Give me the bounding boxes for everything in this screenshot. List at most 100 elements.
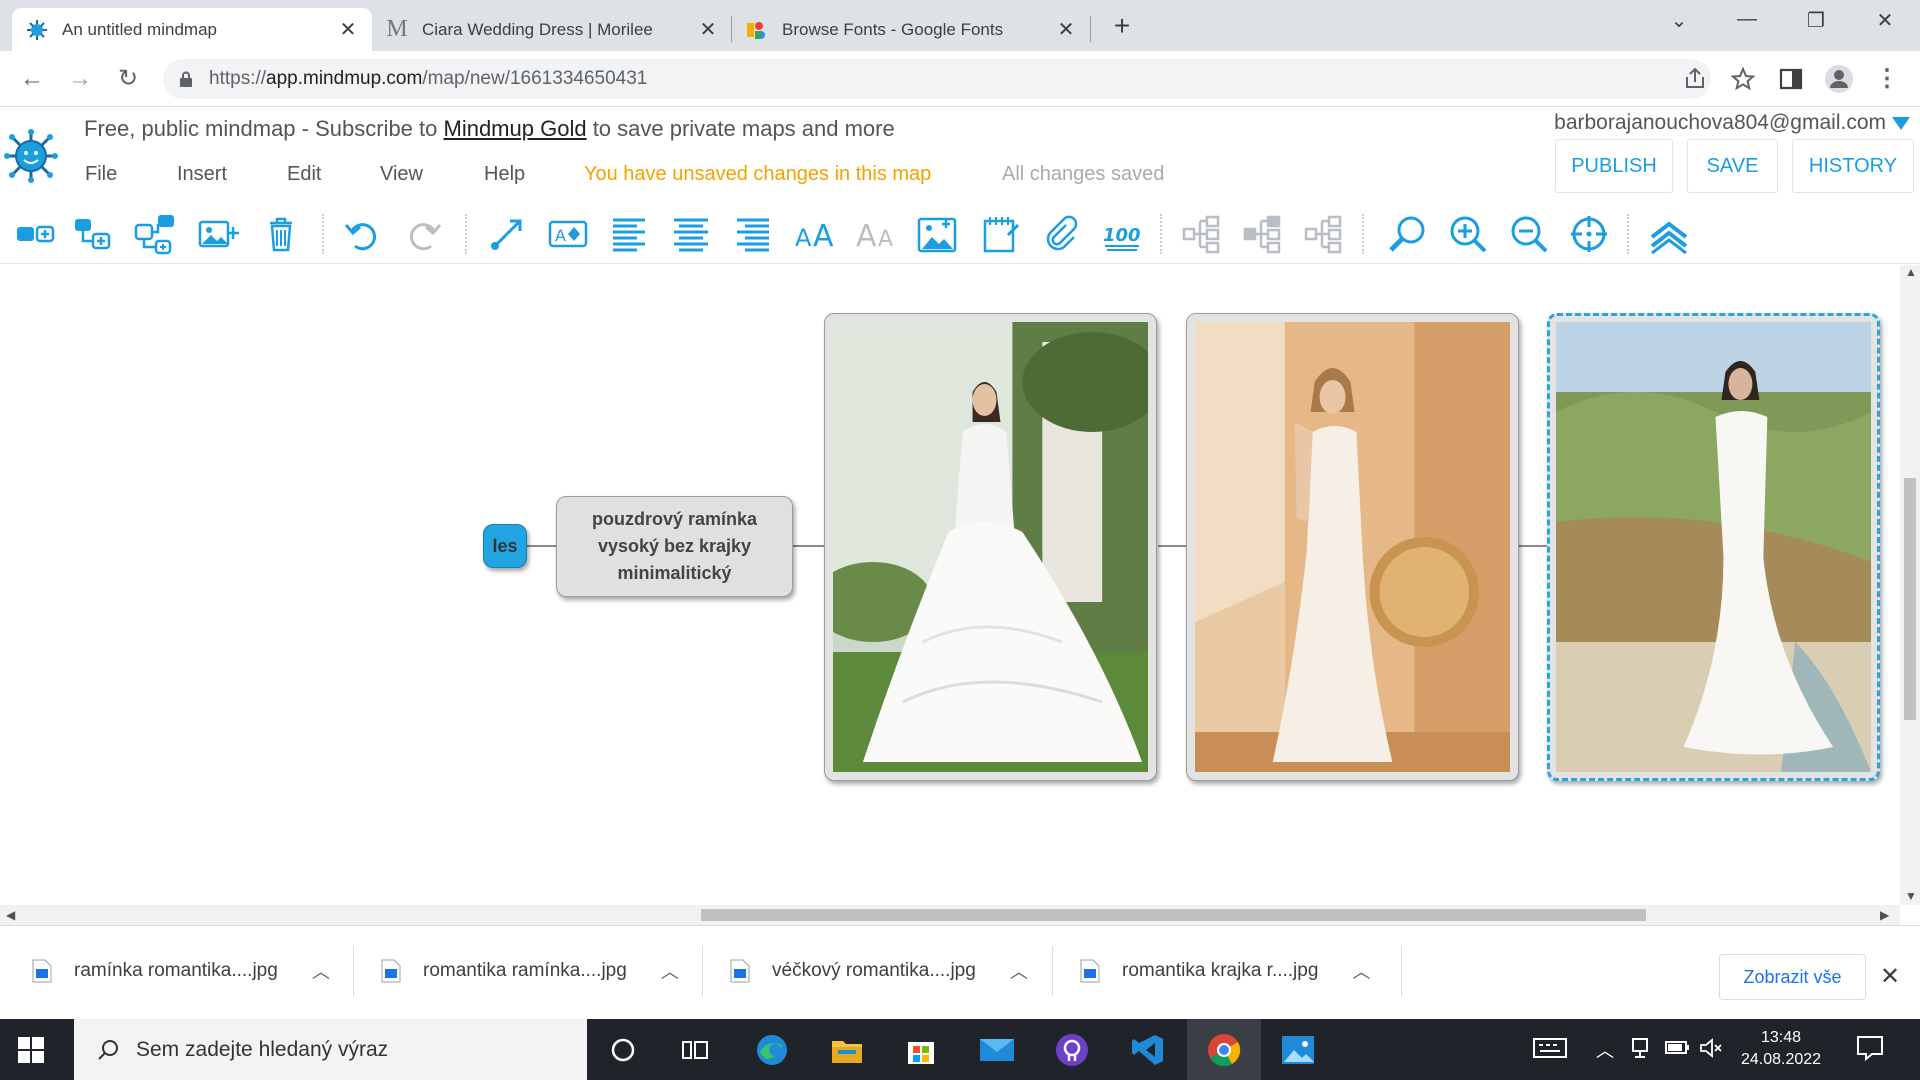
vertical-scrollbar-thumb[interactable]	[1904, 478, 1916, 720]
show-all-downloads-button[interactable]: Zobrazit vše	[1719, 954, 1866, 1000]
account-email[interactable]: barborajanouchova804@gmail.com	[1554, 111, 1886, 135]
insert-image-icon[interactable]	[195, 211, 241, 257]
history-button[interactable]: HISTORY	[1792, 139, 1914, 193]
publish-button[interactable]: PUBLISH	[1555, 139, 1673, 193]
save-button[interactable]: SAVE	[1687, 139, 1778, 193]
battery-icon[interactable]	[1665, 1037, 1691, 1062]
photos-app-icon[interactable]	[1278, 1030, 1318, 1070]
tab-google-fonts[interactable]: Browse Fonts - Google Fonts ✕	[732, 8, 1090, 51]
menu-help[interactable]: Help	[484, 163, 525, 186]
delete-trash-icon[interactable]	[258, 211, 304, 257]
background-image-icon[interactable]	[914, 211, 960, 257]
back-arrow-icon[interactable]: ←	[16, 63, 48, 95]
windows-start-icon[interactable]	[18, 1037, 44, 1063]
cortana-circle-icon[interactable]	[603, 1030, 643, 1070]
zoom-in-icon[interactable]	[1445, 211, 1491, 257]
volume-muted-icon[interactable]	[1699, 1037, 1723, 1064]
menu-file[interactable]: File	[85, 163, 117, 186]
notifications-icon[interactable]	[1856, 1035, 1884, 1066]
download-item[interactable]: ramínka romantika....jpg ︿	[32, 938, 330, 1004]
close-window-icon[interactable]: ✕	[1865, 8, 1905, 33]
browser-menu-icon[interactable]: ⋮	[1871, 63, 1903, 95]
chrome-icon[interactable]	[1204, 1030, 1244, 1070]
menu-insert[interactable]: Insert	[177, 163, 227, 186]
network-icon[interactable]	[1630, 1037, 1650, 1064]
vertical-scrollbar[interactable]: ▲ ▼	[1900, 265, 1920, 905]
toggle-branches-icon[interactable]	[1301, 211, 1347, 257]
scroll-left-arrow-icon[interactable]: ◀	[6, 908, 15, 922]
share-icon[interactable]	[1681, 65, 1709, 93]
download-item[interactable]: véčkový romantika....jpg ︿	[730, 938, 1028, 1004]
collapse-toolbar-chevron-icon[interactable]	[1646, 211, 1692, 257]
mindmap-canvas[interactable]: les pouzdrový ramínka vysoký bez krajky …	[0, 265, 1900, 905]
touch-keyboard-icon[interactable]	[1532, 1035, 1568, 1066]
mail-icon[interactable]	[977, 1030, 1017, 1070]
text-style-icon[interactable]: A	[545, 211, 591, 257]
tab-mindmap[interactable]: An untitled mindmap ✕	[12, 8, 372, 51]
center-map-icon[interactable]	[1566, 211, 1612, 257]
horizontal-scrollbar-thumb[interactable]	[701, 909, 1646, 921]
scroll-down-arrow-icon[interactable]: ▼	[1905, 889, 1917, 903]
collapse-branches-icon[interactable]	[1179, 211, 1225, 257]
image-node-3-selected[interactable]	[1547, 313, 1880, 781]
download-item[interactable]: romantika krajka r....jpg ︿	[1080, 938, 1370, 1004]
menu-view[interactable]: View	[380, 163, 423, 186]
chevron-up-icon[interactable]: ︿	[1010, 958, 1028, 984]
address-bar[interactable]: https://app.mindmup.com/map/new/16613346…	[163, 59, 1756, 99]
notes-calendar-icon[interactable]	[978, 211, 1024, 257]
scroll-up-arrow-icon[interactable]: ▲	[1905, 265, 1917, 279]
tray-chevron-up-icon[interactable]: ︿	[1596, 1037, 1614, 1063]
align-center-icon[interactable]	[668, 211, 714, 257]
side-panel-icon[interactable]	[1775, 63, 1807, 95]
chevron-up-icon[interactable]: ︿	[312, 958, 330, 984]
add-child-node-icon[interactable]	[71, 211, 117, 257]
image-node-2[interactable]	[1186, 313, 1519, 781]
close-tab-icon[interactable]: ✕	[698, 17, 718, 42]
tab-morilee[interactable]: M Ciara Wedding Dress | Morilee ✕	[372, 8, 732, 51]
horizontal-scrollbar[interactable]: ◀ ▶	[0, 905, 1900, 925]
download-item[interactable]: romantika ramínka....jpg ︿	[381, 938, 679, 1004]
expand-branches-icon[interactable]	[1240, 211, 1286, 257]
chevron-up-icon[interactable]: ︿	[661, 958, 679, 984]
vscode-icon[interactable]	[1128, 1030, 1168, 1070]
edge-browser-icon[interactable]	[752, 1030, 792, 1070]
align-left-icon[interactable]	[607, 211, 653, 257]
taskbar-clock[interactable]: 13:48 24.08.2022	[1733, 1027, 1829, 1071]
add-parent-node-icon[interactable]	[132, 211, 178, 257]
menu-edit[interactable]: Edit	[287, 163, 321, 186]
tab-search-chevron-icon[interactable]: ⌄	[1659, 8, 1699, 33]
restore-icon[interactable]: ❐	[1796, 8, 1836, 33]
new-tab-plus-icon[interactable]: +	[1107, 10, 1137, 42]
account-dropdown-caret-icon[interactable]	[1892, 117, 1910, 130]
mindmup-gold-link[interactable]: Mindmup Gold	[444, 116, 587, 141]
image-node-1[interactable]	[824, 313, 1157, 781]
close-tab-icon[interactable]: ✕	[338, 17, 358, 42]
bookmark-star-icon[interactable]	[1729, 65, 1757, 93]
close-downloads-bar-icon[interactable]: ✕	[1880, 962, 1900, 991]
reload-icon[interactable]: ↻	[112, 63, 144, 95]
chevron-up-icon[interactable]: ︿	[1352, 958, 1370, 984]
taskbar-search-input[interactable]: Sem zadejte hledaný výraz	[74, 1019, 587, 1080]
forward-arrow-icon[interactable]: →	[64, 63, 96, 95]
minimize-icon[interactable]: —	[1727, 8, 1767, 31]
search-magnifier-icon[interactable]	[1384, 211, 1430, 257]
attachment-paperclip-icon[interactable]	[1038, 211, 1084, 257]
decrease-font-size-icon[interactable]: AA	[853, 211, 899, 257]
file-explorer-icon[interactable]	[827, 1030, 867, 1070]
scroll-right-arrow-icon[interactable]: ▶	[1880, 908, 1889, 922]
increase-font-size-icon[interactable]: AA	[792, 211, 838, 257]
root-node[interactable]: les	[483, 524, 527, 568]
add-link-arrow-icon[interactable]	[484, 211, 530, 257]
progress-100-icon[interactable]: 100	[1099, 211, 1145, 257]
align-right-icon[interactable]	[729, 211, 775, 257]
text-node[interactable]: pouzdrový ramínka vysoký bez krajky mini…	[556, 496, 793, 597]
github-desktop-icon[interactable]	[1052, 1030, 1092, 1070]
profile-avatar-icon[interactable]	[1823, 63, 1855, 95]
task-view-icon[interactable]	[675, 1030, 715, 1070]
mindmup-logo-icon[interactable]	[4, 129, 58, 183]
zoom-out-icon[interactable]	[1506, 211, 1552, 257]
undo-icon[interactable]	[339, 211, 385, 257]
microsoft-store-icon[interactable]	[901, 1030, 941, 1070]
close-tab-icon[interactable]: ✕	[1056, 17, 1076, 42]
redo-icon[interactable]	[401, 211, 447, 257]
